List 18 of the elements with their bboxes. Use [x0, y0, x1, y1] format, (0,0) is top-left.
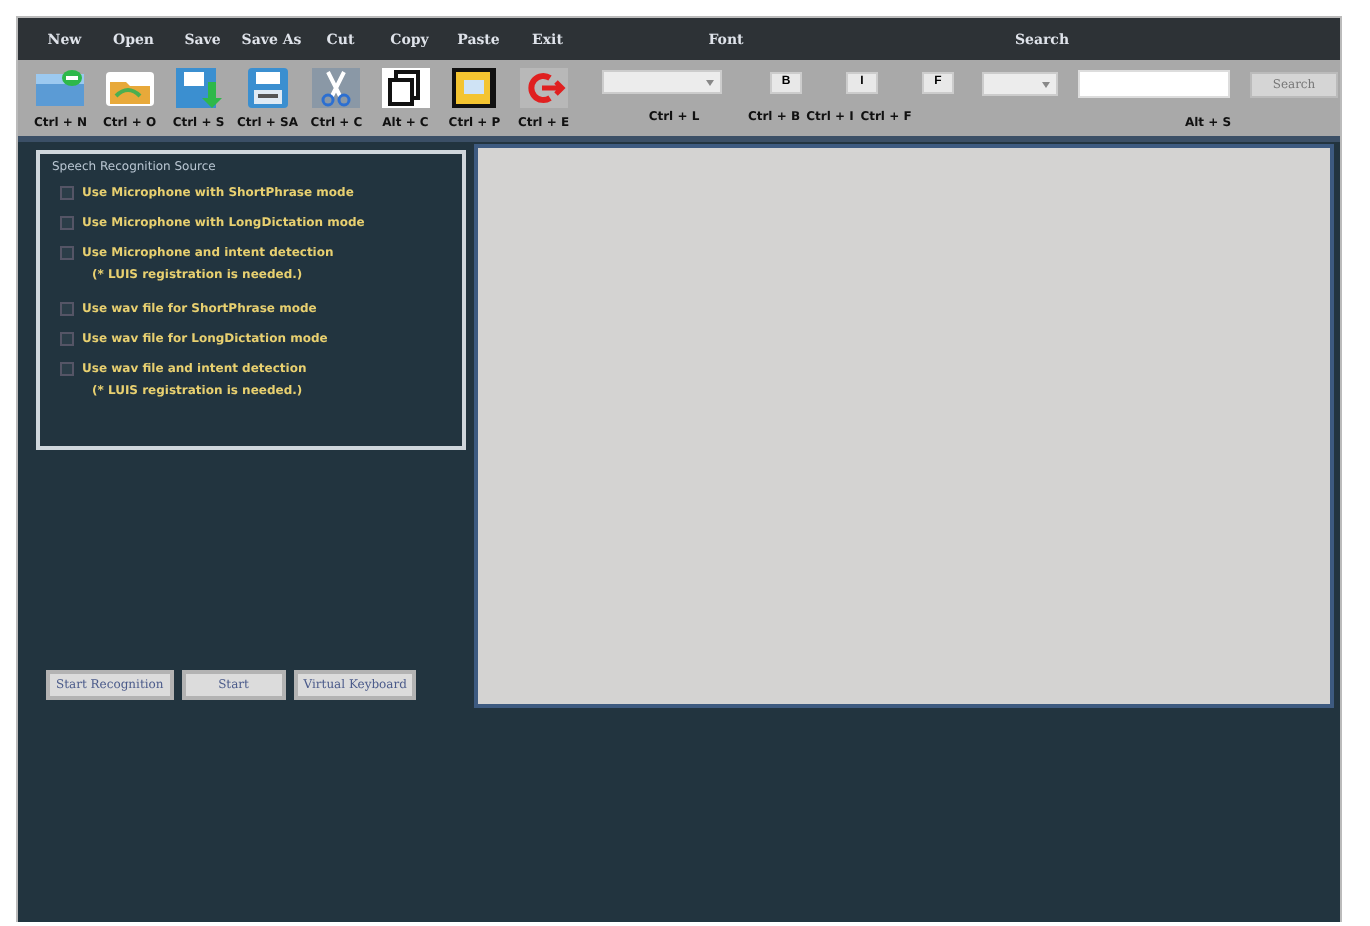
- size-dropdown[interactable]: [982, 72, 1058, 96]
- clipboard-icon[interactable]: [448, 66, 501, 110]
- exit-icon[interactable]: [517, 66, 570, 110]
- font-dropdown[interactable]: [602, 70, 722, 95]
- checkbox[interactable]: [60, 246, 74, 260]
- folder-icon[interactable]: [34, 66, 87, 110]
- checkbox[interactable]: [60, 362, 74, 376]
- caret-icon: [1042, 81, 1050, 87]
- checkbox[interactable]: [60, 302, 74, 316]
- caret-icon: [706, 79, 714, 86]
- checkbox[interactable]: [60, 332, 74, 346]
- scissors-icon[interactable]: [310, 66, 363, 110]
- floppy-icon[interactable]: [172, 66, 225, 110]
- checkbox[interactable]: [60, 186, 74, 200]
- folder-icon[interactable]: [103, 66, 156, 110]
- copy-icon[interactable]: [379, 66, 432, 110]
- checkbox[interactable]: [60, 216, 74, 230]
- search-field[interactable]: [1078, 70, 1230, 98]
